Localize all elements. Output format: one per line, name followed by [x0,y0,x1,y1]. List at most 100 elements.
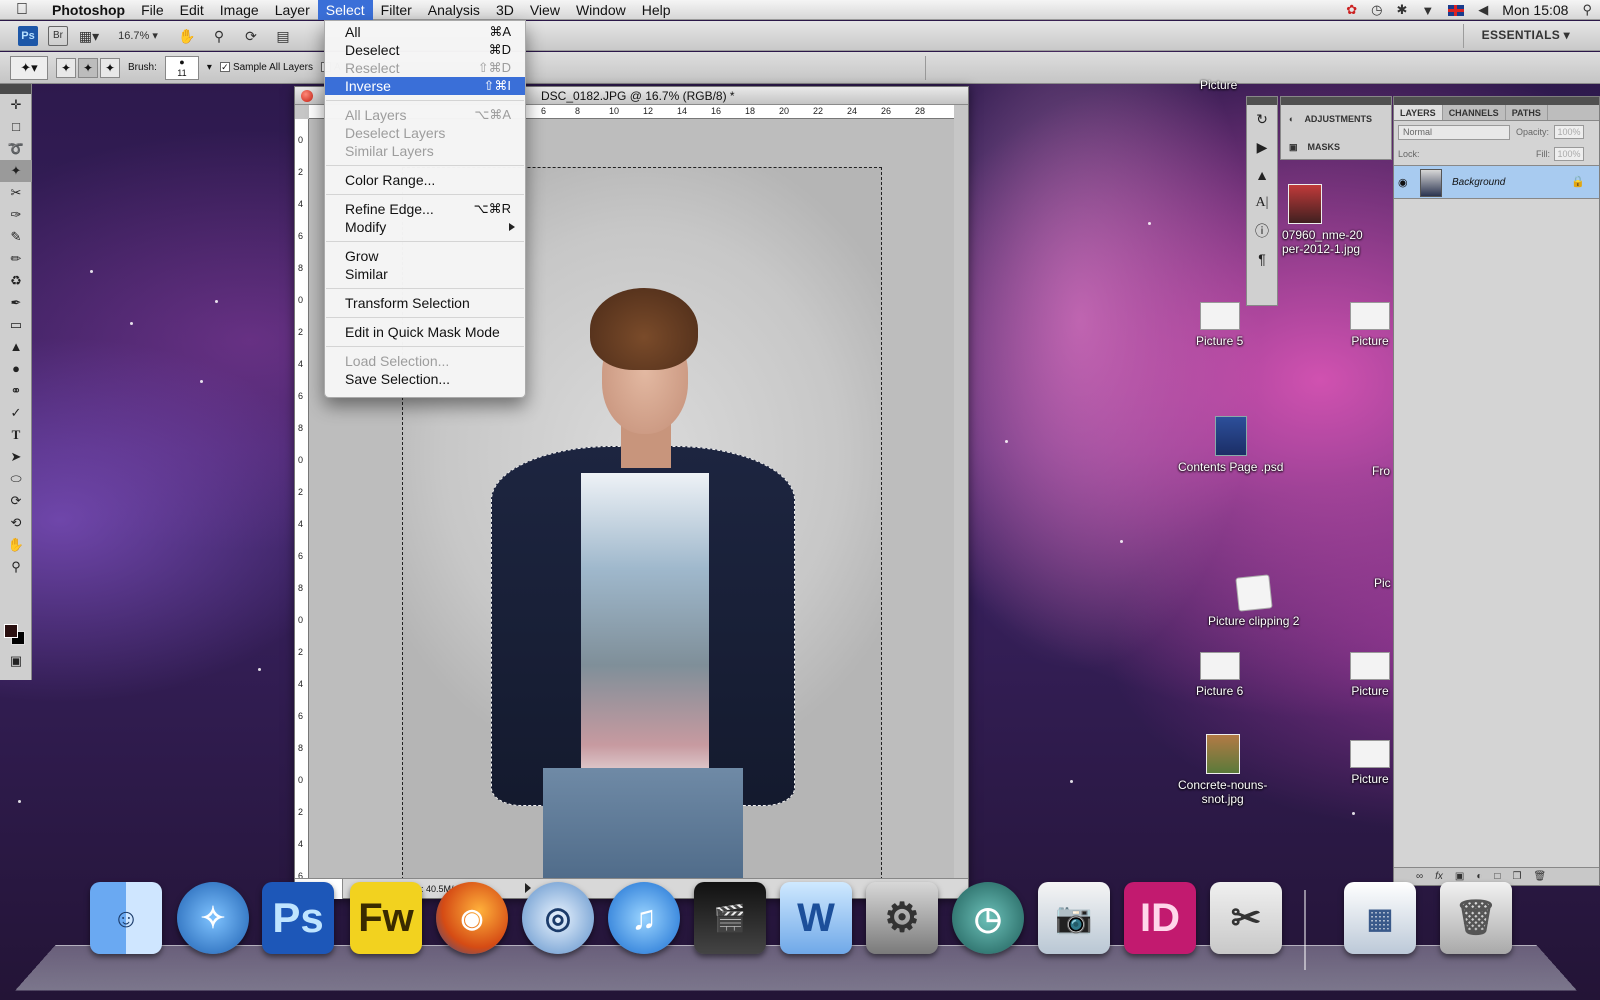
quick-selection-tool-icon[interactable]: ✦ [0,160,32,182]
select-menu-item-transform-selection[interactable]: Transform Selection [325,294,525,312]
delete-layer-icon[interactable]: 🗑 [1533,871,1546,882]
dock-trash-icon[interactable]: 🗑 [1440,882,1512,954]
menu-analysis[interactable]: Analysis [420,0,488,20]
tool-preset-picker[interactable]: ✦▾ [10,55,48,80]
quick-mask-icon[interactable]: ▣ [0,650,32,672]
select-menu-item-deselect[interactable]: Deselect ⌘D [325,41,525,59]
menu-file[interactable]: File [133,0,172,20]
foreground-color-swatch[interactable] [4,624,18,638]
marquee-tool-icon[interactable]: □ [0,116,32,138]
healing-brush-tool-icon[interactable]: ✎ [0,226,32,248]
close-window-icon[interactable] [301,90,313,102]
add-to-selection-icon[interactable]: ✦ [78,57,98,78]
blend-mode-select[interactable]: Normal [1398,125,1510,140]
dock-time-machine-icon[interactable]: ◷ [952,882,1024,954]
dock-firefox-icon[interactable]: ◉ [436,882,508,954]
menu-layer[interactable]: Layer [267,0,318,20]
status-alert-icon[interactable]: ✿ [1346,2,1357,18]
clock[interactable]: Mon 15:08 [1502,2,1568,18]
select-menu-item-edit-in-quick-mask-mode[interactable]: Edit in Quick Mask Mode [325,323,525,341]
desktop-icon-picture-r1[interactable]: Picture [1350,302,1390,348]
spotlight-search-icon[interactable]: ⚲ [1582,2,1592,18]
fill-field[interactable]: 100% [1554,147,1584,161]
new-group-icon[interactable]: □ [1494,871,1500,882]
strip-header[interactable] [1247,97,1277,105]
dock-iphoto-icon[interactable]: 📷 [1038,882,1110,954]
layer-name[interactable]: Background [1452,177,1505,188]
hand-tool-icon[interactable]: ✋ [176,26,198,46]
desktop-icon-concrete-nouns[interactable]: Concrete-nouns- snot.jpg [1178,734,1267,806]
dodge-tool-icon[interactable]: ⚭ [0,380,32,402]
desktop-icon-fro[interactable]: Fro [1372,464,1390,478]
wifi-icon[interactable]: ▼ [1421,3,1434,18]
menu-3d[interactable]: 3D [488,0,522,20]
dock-grab-icon[interactable]: ✂ [1210,882,1282,954]
tab-layers[interactable]: LAYERS [1394,105,1443,120]
add-mask-icon[interactable]: ▣ [1455,871,1464,882]
menu-view[interactable]: View [522,0,568,20]
type-tool-icon[interactable]: T [0,424,32,446]
info-panel-icon[interactable]: ⓘ [1247,217,1277,245]
3d-rotate-tool-icon[interactable]: ⟳ [0,490,32,512]
menu-edit[interactable]: Edit [172,0,212,20]
brush-tool-icon[interactable]: ✏ [0,248,32,270]
new-adjustment-icon[interactable]: ◐ [1476,871,1482,882]
link-layers-icon[interactable]: ∞ [1416,871,1423,882]
move-tool-icon[interactable]: ✛ [0,94,32,116]
dock-applications-stack-icon[interactable]: ▦ [1344,882,1416,954]
dock-dvd-player-icon[interactable]: ◎ [522,882,594,954]
select-menu-item-save-selection[interactable]: Save Selection... [325,370,525,388]
dock-indesign-icon[interactable]: ID [1124,882,1196,954]
bridge-button[interactable]: Br [48,25,68,46]
desktop-icon-picture-6[interactable]: Picture 6 [1196,652,1243,698]
select-menu-item-modify[interactable]: Modify [325,218,525,236]
dock-finder-icon[interactable]: ☺ [90,882,162,954]
select-menu-item-color-range[interactable]: Color Range... [325,171,525,189]
crop-tool-icon[interactable]: ✂ [0,182,32,204]
rotate-view-icon[interactable]: ⟳ [240,26,262,46]
lasso-tool-icon[interactable]: ➰ [0,138,32,160]
history-panel-icon[interactable]: ↻ [1247,105,1277,133]
new-layer-icon[interactable]: ❐ [1512,871,1521,882]
actions-panel-icon[interactable]: ▶ [1247,133,1277,161]
desktop-icon-picture-top[interactable]: Picture [1200,78,1237,92]
input-source-flag-icon[interactable] [1448,4,1465,16]
layers-panel-header[interactable] [1394,97,1599,105]
select-menu-item-inverse[interactable]: Inverse ⇧⌘I [325,77,525,95]
eyedropper-tool-icon[interactable]: ✑ [0,204,32,226]
eraser-tool-icon[interactable]: ▭ [0,314,32,336]
bluetooth-icon[interactable]: ✱ [1397,2,1408,18]
3d-orbit-tool-icon[interactable]: ⟲ [0,512,32,534]
desktop-icon-picture-r2[interactable]: Picture [1350,652,1390,698]
apple-menu-icon[interactable]:  [0,1,44,19]
character-panel-icon[interactable]: A| [1247,189,1277,217]
status-arrow-icon[interactable] [525,883,531,893]
dock-iweb-icon[interactable]: W [780,882,852,954]
paragraph-panel-icon[interactable]: ¶ [1247,245,1277,273]
tab-channels[interactable]: CHANNELS [1443,105,1506,120]
desktop-icon-magazine[interactable]: 07960_nme-20 per-2012-1.jpg [1282,184,1363,256]
dock-system-preferences-icon[interactable]: ⚙ [866,882,938,954]
shape-tool-icon[interactable]: ⬭ [0,468,32,490]
menu-image[interactable]: Image [212,0,267,20]
dock-fireworks-icon[interactable]: Fw [350,882,422,954]
adjustments-tab[interactable]: ◐ ADJUSTMENTS [1281,105,1391,133]
gradient-tool-icon[interactable]: ▲ [0,336,32,358]
dock-photoshop-icon[interactable]: Ps [262,882,334,954]
masks-tab[interactable]: ▣ MASKS [1281,133,1391,161]
workspace-switcher[interactable]: ESSENTIALS ▾ [1482,28,1570,42]
adjustments-header[interactable] [1281,97,1391,105]
zoom-level-dropdown[interactable]: 16.7% ▾ [110,26,166,46]
menu-help[interactable]: Help [634,0,679,20]
subtract-selection-icon[interactable]: ✦ [100,57,120,78]
menu-window[interactable]: Window [568,0,634,20]
dock-final-cut-icon[interactable]: 🎬 [694,882,766,954]
blur-tool-icon[interactable]: ● [0,358,32,380]
view-extras-icon[interactable]: ▦▾ [78,26,100,46]
desktop-icon-picture-r3[interactable]: Picture [1350,740,1390,786]
select-menu-item-grow[interactable]: Grow [325,247,525,265]
vertical-ruler[interactable]: 024680246802468024680246 [295,119,309,881]
select-menu-item-all[interactable]: All ⌘A [325,23,525,41]
volume-icon[interactable]: ◀ [1478,2,1488,18]
time-machine-icon[interactable]: ◷ [1371,2,1382,18]
